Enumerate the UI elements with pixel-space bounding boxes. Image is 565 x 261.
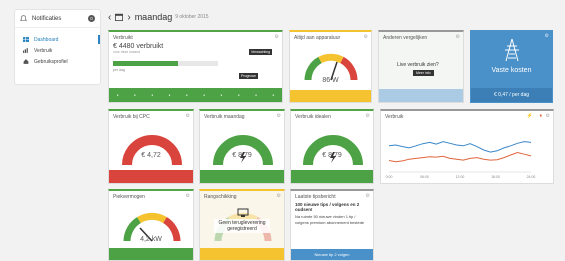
- x-tick-label: 12:00: [456, 175, 465, 179]
- maandag-value: € 8,79: [232, 152, 252, 159]
- sidebar-item-dashboard[interactable]: Dashboard: [15, 34, 100, 45]
- tile-footer: [379, 89, 463, 102]
- trophy-icon: [237, 208, 249, 217]
- bar-chart-icon: [23, 48, 28, 53]
- tile-title: Laatste tipsbericht: [295, 194, 336, 200]
- per-day-label: per dag: [113, 68, 125, 72]
- tile-footer: [109, 248, 193, 260]
- tile-title: Piekvermogen: [113, 194, 145, 200]
- prev-day-icon[interactable]: ‹: [108, 12, 111, 23]
- tile-title: Altijd aan apparatuur: [294, 35, 341, 41]
- tile-maandag[interactable]: Verbruik maandag ⚙ € 8,79: [199, 109, 285, 184]
- settings-icon[interactable]: ⚙: [364, 34, 368, 40]
- usage-chart: 0:00 06:00 12:00 18:00 24:00: [386, 141, 536, 179]
- sidebar-item-label: Verbruik: [34, 47, 53, 54]
- next-day-icon[interactable]: ›: [127, 12, 130, 23]
- tile-piekvermogen[interactable]: Piekvermogen ⚙ 4,2 kW: [108, 189, 194, 261]
- calendar-icon[interactable]: [115, 13, 124, 21]
- tile-footer: [109, 170, 193, 183]
- settings-icon[interactable]: ⚙: [186, 193, 190, 199]
- tip-footer[interactable]: Nieuwe tip 2 volgen: [291, 249, 373, 260]
- x-tick-label: 24:00: [527, 175, 536, 179]
- tile-rangschikking[interactable]: Rangschikking ⚙ Geen terugleverering gere…: [199, 189, 285, 261]
- bolt-icon[interactable]: ⚡: [527, 113, 533, 119]
- tile-grafiek[interactable]: Verbruik ⚡ ♦ ⚙ 0:00 06:00 12:00 18:00 24:00: [380, 109, 554, 184]
- notifications-label: Notificaties: [32, 15, 62, 22]
- tile-ideaal[interactable]: Verbruik idealen ⚙ € 8,79: [290, 109, 374, 184]
- settings-icon[interactable]: ⚙: [277, 193, 281, 199]
- more-info-button[interactable]: Meer info: [413, 70, 434, 76]
- sidebar-item-gebruiksprofiel[interactable]: Gebruiksprofiel: [15, 56, 100, 67]
- sidebar-item-label: Dashboard: [34, 36, 59, 43]
- x-tick-label: 18:00: [491, 175, 500, 179]
- tile-title: Anderen vergelijken: [383, 35, 428, 41]
- tile-tip[interactable]: Laatste tipsbericht ⚙ 100 nieuwe tips / v…: [290, 189, 374, 261]
- maandag-gauge: [213, 135, 273, 166]
- series-line-1: [388, 151, 532, 163]
- sidebar-item-verbruik[interactable]: Verbruik: [15, 45, 100, 56]
- usage-progress: [113, 61, 218, 66]
- tile-altijd-aan[interactable]: Altijd aan apparatuur ⚙ 86 W: [289, 30, 372, 103]
- tile-footer: [200, 248, 284, 260]
- date-header: ‹ › › maandag 9 oktober 2015: [108, 9, 209, 25]
- power-pylon-icon: [505, 38, 519, 62]
- tile-title: Verbruik: [385, 114, 404, 120]
- settings-icon[interactable]: ⚙: [186, 113, 190, 119]
- sidebar: Notificaties 0 Dashboard Verbruik Gebrui…: [14, 9, 101, 85]
- settings-icon[interactable]: ⚙: [366, 193, 370, 199]
- ideaal-value: € 8,79: [322, 152, 342, 159]
- notifications-item[interactable]: Notificaties 0: [15, 10, 100, 28]
- peak-value: 4,2 kW: [140, 236, 162, 243]
- fixed-cost-value: € 0,47 / per dag: [471, 88, 552, 102]
- tile-cpc[interactable]: Verbruik bij CPC ⚙ € 4,72: [108, 109, 194, 184]
- expected-tag: Verwachting: [249, 49, 273, 55]
- sidebar-item-label: Gebruiksprofiel: [34, 58, 68, 65]
- daily-strip: ● ● ● ● ● ● ● ● ● ●: [109, 88, 282, 102]
- tile-footer: [291, 170, 373, 183]
- tip-body: Na ruimte 50 nieuwe vinden 1 tip / volge…: [295, 214, 365, 225]
- tile-title: Verbruik bij CPC: [113, 114, 150, 120]
- settings-icon[interactable]: ⚙: [275, 34, 279, 40]
- tile-verbruikt[interactable]: Verbruikt ⚙ € 4480 verbruikt voor deze ma…: [108, 30, 283, 103]
- tile-title: Verbruik idealen: [295, 114, 331, 120]
- notifications-count: 0: [88, 15, 95, 22]
- settings-icon[interactable]: ⚙: [456, 34, 460, 40]
- ideaal-gauge: [303, 135, 363, 166]
- tile-title: Verbruik maandag: [204, 114, 245, 120]
- tile-footer: [290, 90, 371, 102]
- tile-title: Verbruikt: [113, 35, 133, 41]
- current-date: 9 oktober 2015: [175, 14, 209, 20]
- tile-vaste-kosten[interactable]: ⚙ Vaste kosten € 0,47 / per dag: [470, 30, 553, 103]
- current-day: maandag: [134, 12, 173, 22]
- tile-anderen[interactable]: Anderen vergelijken ⚙ Live verbruik zien?…: [378, 30, 464, 103]
- dashboard-icon: [23, 37, 29, 42]
- overlay-text: Live verbruik zien?: [397, 62, 439, 68]
- ranking-text: Geen terugleverering geregistreerd: [214, 219, 270, 233]
- settings-icon[interactable]: ⚙: [366, 113, 370, 119]
- tile-title: Rangschikking: [204, 194, 237, 200]
- cpc-gauge: [122, 135, 182, 166]
- home-icon: [23, 59, 29, 64]
- settings-icon[interactable]: ⚙: [277, 113, 281, 119]
- tip-headline: 100 nieuwe tips / volgens en 2 oudsen!: [295, 202, 360, 212]
- forecast-tag: Prognose: [239, 73, 258, 79]
- tile-footer: [200, 170, 284, 183]
- fixed-cost-label: Vaste kosten: [491, 67, 532, 74]
- series-line-0: [388, 141, 532, 153]
- bell-icon: [20, 15, 27, 21]
- standby-value: 86 W: [322, 77, 339, 84]
- x-tick-label: 06:00: [420, 175, 429, 179]
- settings-icon[interactable]: ⚙: [545, 33, 549, 39]
- cpc-value: € 4,72: [141, 152, 161, 159]
- settings-icon[interactable]: ⚙: [546, 113, 550, 119]
- x-tick-label: 0:00: [386, 175, 393, 179]
- flame-icon[interactable]: ♦: [539, 113, 542, 119]
